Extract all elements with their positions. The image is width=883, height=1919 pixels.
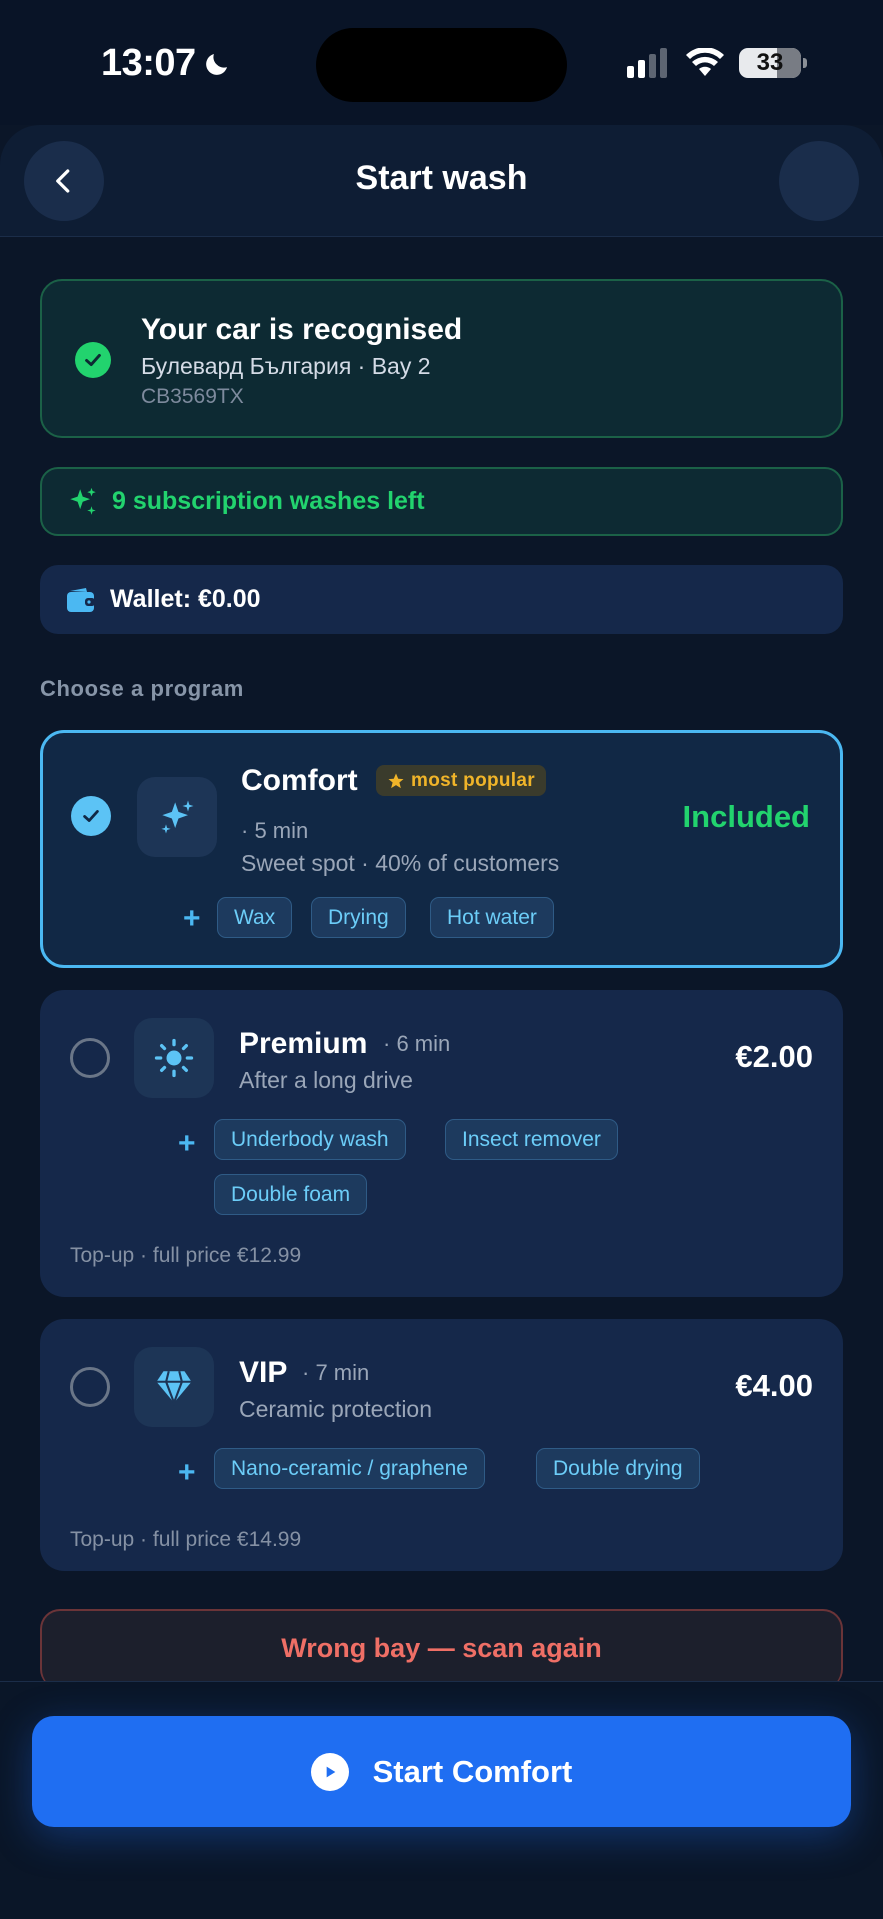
- program-name: Premium: [239, 1027, 368, 1060]
- play-icon: [310, 1752, 349, 1791]
- recognised-title: Your car is recognised: [141, 313, 463, 346]
- extra-tag: Drying: [311, 897, 406, 938]
- program-duration: · 6 min: [383, 1031, 451, 1056]
- extra-tag: Double drying: [536, 1448, 700, 1489]
- section-label: Choose a program: [40, 676, 244, 701]
- program-duration: · 7 min: [302, 1360, 370, 1385]
- dynamic-island: [316, 28, 567, 102]
- extra-tag: Hot water: [430, 897, 554, 938]
- extras-plus: +: [183, 902, 201, 935]
- extras-plus: +: [178, 1456, 196, 1489]
- start-button-label: Start Comfort: [372, 1753, 573, 1789]
- program-description: Ceramic protection: [239, 1396, 433, 1422]
- program-name: Comfort: [241, 764, 358, 797]
- clock: 13:07: [101, 42, 196, 84]
- signal-icon: [627, 48, 667, 78]
- sun-icon: [154, 1038, 194, 1078]
- badge-text: most popular: [411, 769, 535, 791]
- program-card-comfort[interactable]: Comfort most popular · 5 min Sweet spot …: [40, 730, 843, 968]
- program-price: €2.00: [735, 1039, 813, 1074]
- program-description: After a long drive: [239, 1067, 413, 1093]
- header-action-button[interactable]: [779, 141, 859, 221]
- extra-tag: Underbody wash: [214, 1119, 406, 1160]
- status-icons: 33: [627, 48, 807, 78]
- wifi-icon: [686, 48, 724, 76]
- program-icon: [134, 1347, 214, 1427]
- extra-tag: Wax: [217, 897, 293, 938]
- program-price: €4.00: [735, 1368, 813, 1403]
- popular-badge: most popular: [376, 765, 546, 796]
- check-icon: [83, 810, 99, 822]
- car-recognised-card: Your car is recognised Булевард България…: [40, 279, 843, 438]
- program-card-vip[interactable]: VIP · 7 min Ceramic protection €4.00 + N…: [40, 1319, 843, 1571]
- extra-tag: Double foam: [214, 1174, 368, 1215]
- wallet-banner[interactable]: Wallet: €0.00: [40, 565, 843, 634]
- plate-number: CB3569TX: [141, 385, 244, 408]
- check-circle-icon: [75, 342, 111, 378]
- wallet-icon: [67, 587, 95, 612]
- bottom-action-bar: Start Comfort: [0, 1681, 883, 1919]
- status-bar: 13:07 33: [0, 0, 883, 125]
- radio-unchecked[interactable]: [70, 1038, 110, 1078]
- star-icon: [388, 773, 404, 788]
- program-icon: [137, 777, 217, 857]
- battery-icon: 33: [739, 48, 807, 78]
- moon-icon: [205, 53, 227, 75]
- program-card-premium[interactable]: Premium · 6 min After a long drive €2.00…: [40, 990, 843, 1297]
- program-icon: [134, 1018, 214, 1098]
- status-time: 13:07: [101, 42, 232, 85]
- wrong-bay-label: Wrong bay — scan again: [281, 1633, 602, 1663]
- sparkles-icon: [70, 487, 96, 515]
- program-description: Sweet spot · 40% of customers: [241, 850, 560, 876]
- program-duration: · 5 min: [241, 818, 309, 843]
- radio-checked[interactable]: [71, 796, 111, 836]
- radio-unchecked[interactable]: [70, 1367, 110, 1407]
- page-title: Start wash: [355, 159, 528, 197]
- location-text: Булевард България · Bay 2: [141, 353, 431, 379]
- wallet-balance: Wallet: €0.00: [110, 585, 261, 613]
- diamond-icon: [156, 1370, 192, 1406]
- subscription-banner: 9 subscription washes left: [40, 467, 843, 536]
- header: Start wash: [0, 125, 883, 237]
- extras-plus: +: [178, 1127, 196, 1160]
- sparkles-icon: [161, 800, 194, 834]
- battery-level: 33: [756, 49, 784, 76]
- wrong-bay-button[interactable]: Wrong bay — scan again: [40, 1609, 843, 1689]
- subscription-text: 9 subscription washes left: [112, 487, 425, 515]
- program-footer: Top-up · full price €14.99: [70, 1528, 302, 1551]
- extra-tag: Nano-ceramic / graphene: [214, 1448, 485, 1489]
- start-wash-button[interactable]: Start Comfort: [32, 1716, 851, 1827]
- program-name: VIP: [239, 1356, 288, 1389]
- extra-tag: Insect remover: [445, 1119, 618, 1160]
- program-price: Included: [682, 799, 810, 834]
- program-footer: Top-up · full price €12.99: [70, 1244, 302, 1267]
